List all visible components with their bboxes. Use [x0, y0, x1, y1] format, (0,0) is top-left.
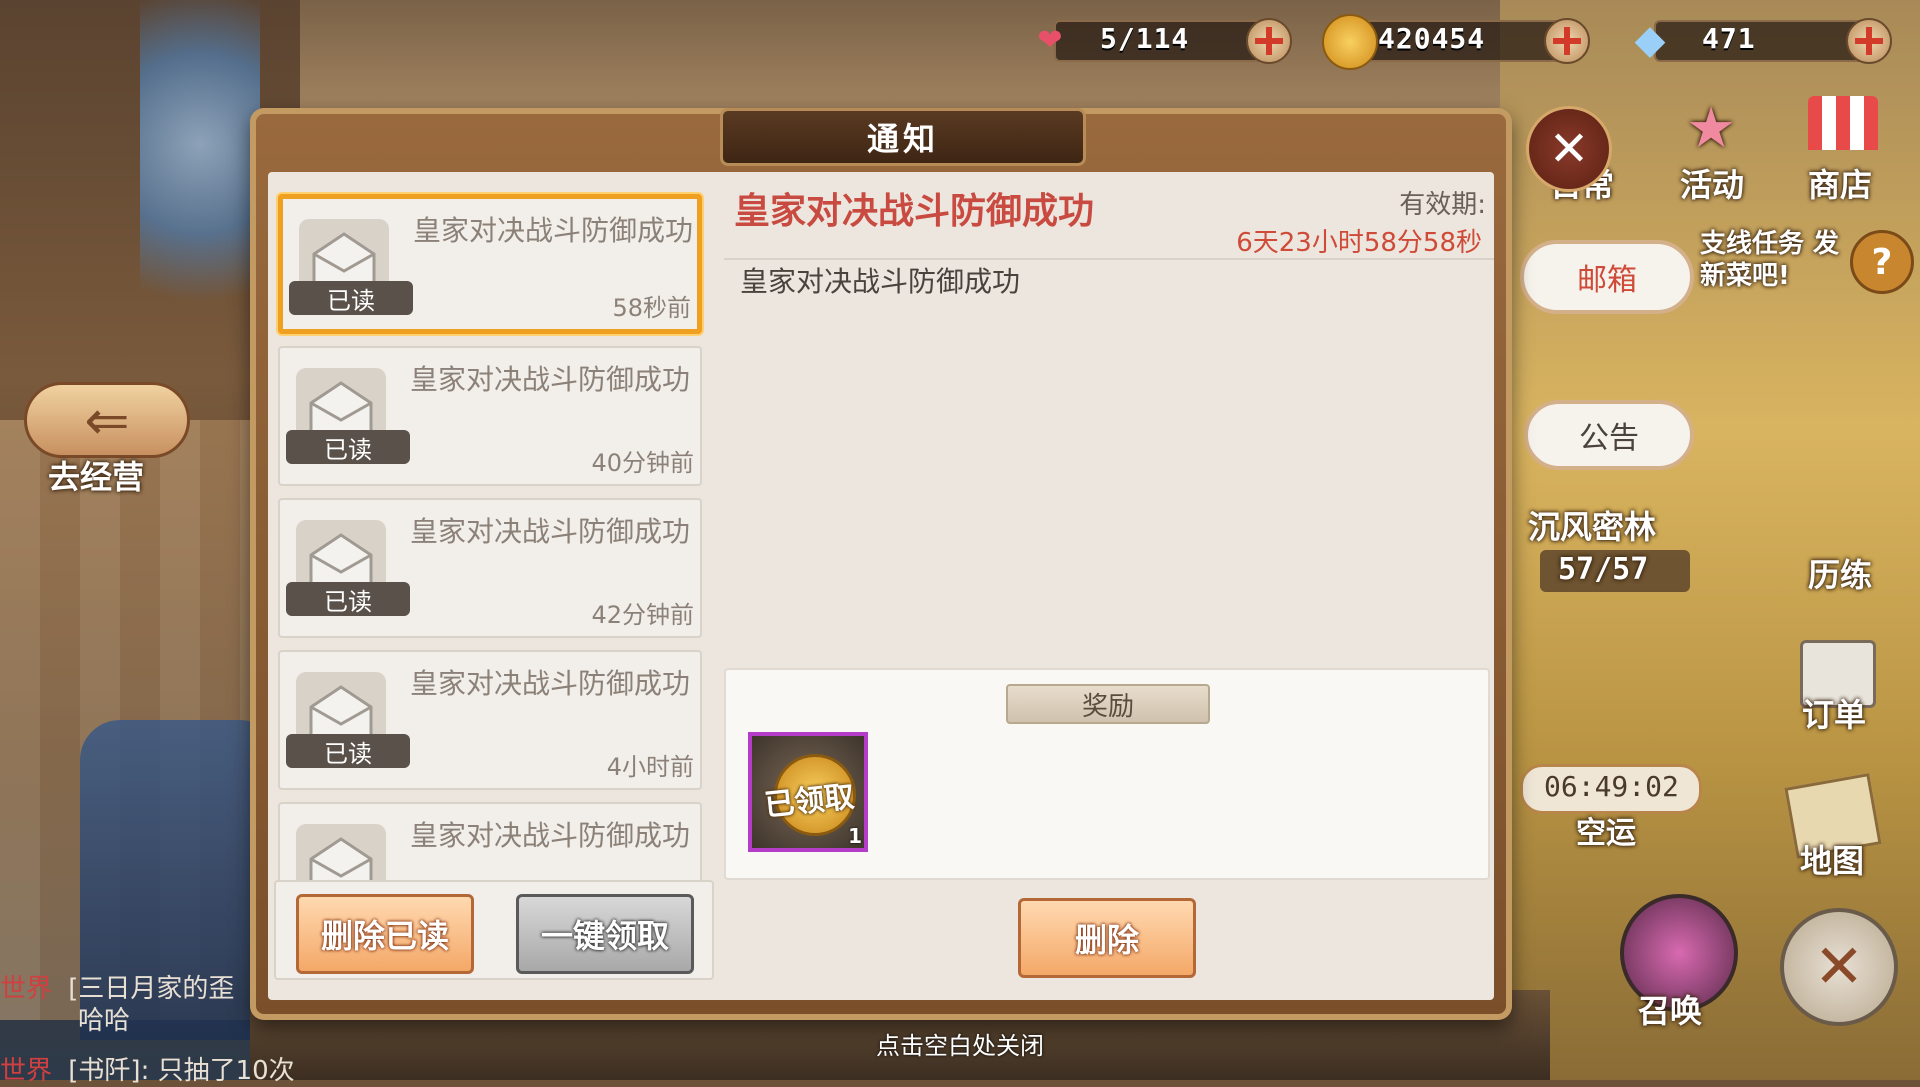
gem-counter: ◆ 471	[1624, 14, 1892, 64]
restaurant-icon[interactable]: ✕	[1780, 908, 1898, 1026]
go-manage-button[interactable]: ⇐ 去经营	[14, 382, 194, 496]
background-scene-top	[300, 0, 1500, 120]
mail-title: 皇家对决战斗防御成功	[410, 667, 691, 700]
mail-time: 42分钟前	[591, 601, 694, 629]
mail-item[interactable]: 已读 皇家对决战斗防御成功 40分钟前	[278, 346, 702, 486]
add-stamina-button[interactable]	[1246, 18, 1292, 64]
gem-value: 471	[1702, 22, 1756, 55]
event-button[interactable]: ★ 活动	[1680, 96, 1745, 206]
dialog-title: 通知	[720, 108, 1086, 166]
mail-item[interactable]: 已读 皇家对决战斗防御成功 4小时前	[278, 650, 702, 790]
mailbox-tab[interactable]: 邮箱	[1520, 240, 1694, 314]
character-hair-decoration	[140, 0, 260, 360]
shop-awning-icon	[1808, 96, 1878, 150]
mail-time: 58秒前	[612, 294, 691, 322]
envelope-open-icon	[296, 824, 386, 880]
gold-value: 420454	[1378, 22, 1486, 55]
mail-list[interactable]: 已读 皇家对决战斗防御成功 58秒前 已读 皇家对决战斗防御成功 40分钟前 已…	[274, 190, 708, 880]
forest-name: 沉风密林	[1528, 508, 1657, 546]
delete-read-button[interactable]: 删除已读	[296, 894, 474, 974]
mail-item-selected[interactable]: 已读 皇家对决战斗防御成功 58秒前	[278, 194, 702, 334]
delete-mail-button[interactable]: 删除	[1018, 898, 1196, 978]
airship-timer: 06:49:02	[1544, 770, 1679, 803]
orders-button[interactable]: 订单	[1802, 690, 1866, 736]
add-gold-button[interactable]	[1544, 18, 1590, 64]
mail-item[interactable]: 已读 皇家对决战斗防御成功 42分钟前	[278, 498, 702, 638]
airship-panel[interactable]: 06:49:02 空运	[1514, 746, 1704, 851]
claim-all-button[interactable]: 一键领取	[516, 894, 694, 974]
close-icon: ✕	[1548, 121, 1590, 177]
add-gem-button[interactable]	[1846, 18, 1892, 64]
mail-detail-body: 皇家对决战斗防御成功	[740, 265, 1021, 298]
back-arrow-icon: ⇐	[24, 382, 190, 458]
help-label: ?	[1871, 241, 1893, 283]
mail-list-footer: 删除已读 一键领取	[274, 880, 714, 980]
side-quest-hint: 支线任务 发新菜吧!	[1700, 229, 1840, 291]
mail-time: 40分钟前	[591, 449, 694, 477]
mail-item[interactable]: 皇家对决战斗防御成功	[278, 802, 702, 880]
crystal-icon: ◆	[1634, 17, 1666, 63]
reward-item[interactable]: 已领取 1	[748, 732, 868, 852]
forest-stage-panel[interactable]: 沉风密林 57/57	[1520, 498, 1700, 598]
trial-button[interactable]: 历练	[1808, 550, 1872, 596]
shop-label: 商店	[1808, 166, 1873, 204]
read-status-badge: 已读	[289, 281, 413, 315]
help-button[interactable]: ?	[1850, 230, 1914, 294]
airship-label: 空运	[1576, 816, 1636, 851]
reward-label: 奖励	[1006, 684, 1210, 724]
event-label: 活动	[1680, 166, 1745, 204]
heart-icon: ❤	[1037, 22, 1063, 58]
validity-countdown: 6天23小时58分58秒	[1236, 228, 1482, 258]
read-status-badge: 已读	[286, 582, 410, 616]
close-hint: 点击空白处关闭	[876, 1032, 1044, 1060]
stamina-counter: ❤ 5/114	[1024, 14, 1292, 64]
close-dialog-button[interactable]: ✕	[1526, 106, 1612, 192]
map-button[interactable]: 地图	[1800, 836, 1864, 882]
gold-coin-icon	[1322, 14, 1378, 70]
shop-button[interactable]: 商店	[1808, 96, 1878, 206]
chat-channel: 世界	[0, 974, 53, 1004]
mail-title: 皇家对决战斗防御成功	[410, 363, 691, 396]
mail-time: 4小时前	[606, 753, 694, 781]
forest-progress: 57/57	[1558, 552, 1649, 587]
star-icon: ★	[1686, 96, 1737, 161]
validity-label: 有效期:	[1399, 190, 1486, 220]
mail-title: 皇家对决战斗防御成功	[413, 214, 694, 247]
mail-detail-title: 皇家对决战斗防御成功	[734, 191, 1095, 232]
read-status-badge: 已读	[286, 430, 410, 464]
reward-quantity: 1	[848, 824, 862, 848]
stamina-value: 5/114	[1100, 22, 1190, 55]
notice-tab[interactable]: 公告	[1524, 400, 1694, 470]
mail-title: 皇家对决战斗防御成功	[410, 515, 691, 548]
summon-button[interactable]: 召唤	[1600, 890, 1750, 1040]
go-manage-label: 去经营	[48, 458, 145, 496]
gold-counter: 420454	[1322, 14, 1590, 70]
read-status-badge: 已读	[286, 734, 410, 768]
mail-title: 皇家对决战斗防御成功	[410, 819, 691, 852]
mail-detail-header: 皇家对决战斗防御成功 有效期: 6天23小时58分58秒	[724, 182, 1494, 260]
